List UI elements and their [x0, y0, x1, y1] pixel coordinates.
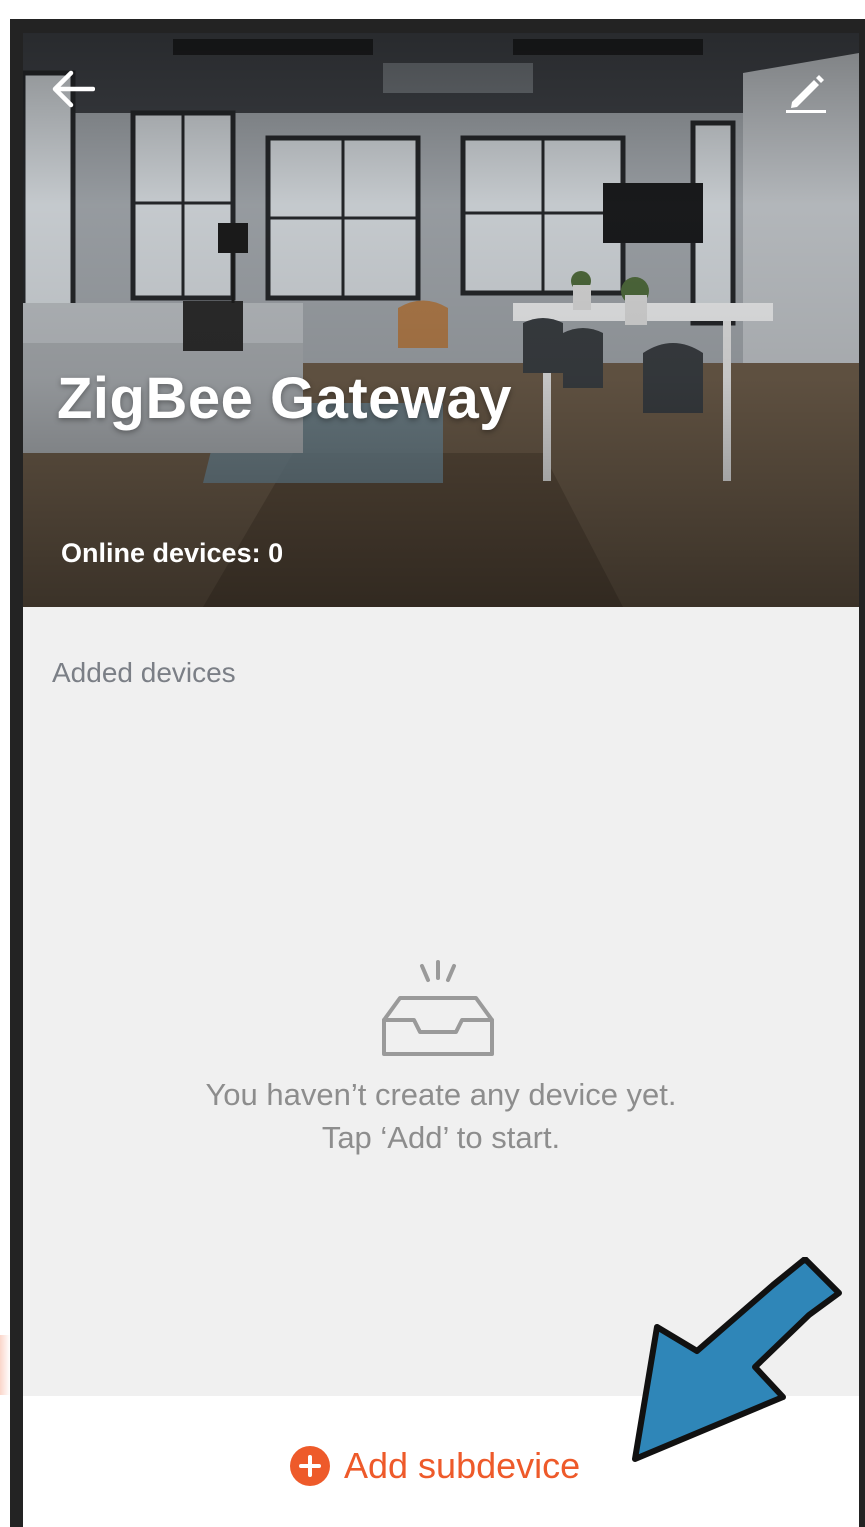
annotation-arrow-icon [632, 1257, 842, 1462]
empty-inbox-icon [382, 960, 494, 1056]
add-subdevice-button[interactable]: Add subdevice [290, 1441, 580, 1491]
edge-mark [0, 1335, 10, 1395]
online-devices-count: Online devices: 0 [61, 538, 284, 568]
header-banner: ZigBee Gateway Online devices: 0 [23, 33, 859, 607]
hero-overlay [23, 33, 859, 607]
plus-circle-icon [290, 1446, 330, 1486]
empty-state-line-1: You haven’t create any device yet. [205, 1077, 677, 1112]
gateway-title: ZigBee Gateway [57, 366, 513, 431]
back-arrow-icon [52, 70, 95, 108]
empty-state-line-2: Tap ‘Add’ to start. [321, 1120, 561, 1155]
pencil-icon [786, 75, 826, 113]
add-subdevice-label: Add subdevice [344, 1445, 581, 1486]
section-title: Added devices [52, 657, 236, 688]
device-frame-top [10, 19, 859, 33]
device-frame-right [859, 19, 865, 1527]
empty-state-message: You haven’t create any device yet. Tap ‘… [23, 1073, 859, 1159]
back-button[interactable] [49, 65, 97, 113]
edit-button[interactable] [781, 67, 831, 117]
device-frame-left [10, 19, 23, 1527]
